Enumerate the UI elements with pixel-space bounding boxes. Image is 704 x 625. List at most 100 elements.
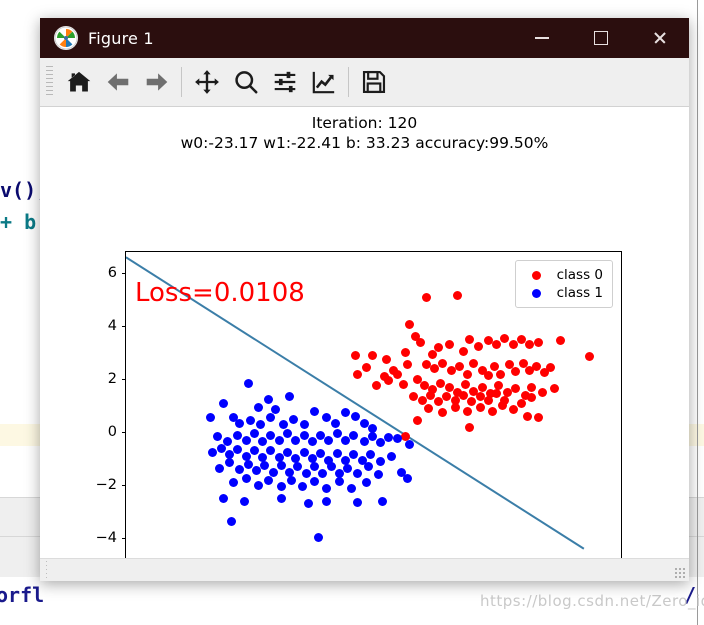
statusbar-grip [46,561,47,578]
scatter-point [537,388,547,398]
scatter-point [334,476,344,486]
scatter-point [459,346,469,356]
scatter-point [361,362,371,372]
scatter-point [330,418,340,428]
legend-swatch-class-1 [531,288,541,298]
bg-code-line-3: orfl [0,583,45,607]
scatter-point [405,439,415,449]
pan-move-icon[interactable] [187,63,226,102]
scatter-point [463,406,473,416]
home-icon[interactable] [59,63,98,102]
scatter-point [423,403,433,413]
toolbar-drag-grip[interactable] [46,66,53,98]
chart-legend[interactable]: class 0 class 1 [514,260,613,308]
y-tick-label: 4 [107,318,117,335]
scatter-point [256,419,266,429]
scatter-point [465,422,475,432]
figure-window[interactable]: Figure 1 Iteration: 120 w0:-23.17 w1:-22… [40,18,689,581]
close-button[interactable] [630,18,689,58]
legend-item-class-0: class 0 [523,266,603,284]
scatter-point [266,430,276,440]
scatter-point [488,406,498,416]
plot-axes[interactable]: −4−20246 −6−4−20246 Loss=0.0108 class 0 … [96,251,622,558]
scatter-point [214,463,224,473]
scatter-point [274,435,284,445]
scatter-point [454,361,464,371]
scatter-point [483,370,493,380]
y-tick-label: −2 [95,477,117,494]
scatter-point [235,418,245,428]
legend-swatch-class-0 [531,270,541,280]
scatter-point [341,407,350,417]
minimize-button[interactable] [512,18,571,58]
back-arrow-icon[interactable] [98,63,137,102]
zoom-magnifier-icon[interactable] [226,63,265,102]
window-titlebar[interactable]: Figure 1 [40,18,689,58]
scatter-point [278,419,288,429]
scatter-point [508,340,518,350]
scatter-point [483,396,493,406]
y-tick-mark [122,379,126,381]
scatter-point [425,390,435,400]
toolbar-separator-2 [348,67,349,97]
figure-canvas[interactable]: Iteration: 120 w0:-23.17 w1:-22.41 b: 33… [40,107,689,558]
scatter-point [299,419,309,429]
scatter-point [508,405,518,415]
scatter-point [463,369,473,379]
scatter-point [233,430,243,440]
scatter-point [264,475,274,485]
scatter-point [496,369,506,379]
scatter-point [307,437,317,447]
configure-subplots-icon[interactable] [265,63,304,102]
toolbar-separator-1 [181,67,182,97]
maximize-button[interactable] [571,18,630,58]
scatter-point [218,494,228,504]
scatter-point [367,350,377,360]
window-resize-grip[interactable] [675,568,686,579]
legend-label-class-0: class 0 [556,267,603,283]
y-tick-label: 0 [107,424,117,441]
scatter-point [299,430,309,440]
scatter-point [477,382,487,392]
chart-title: Iteration: 120 [311,114,418,132]
bg-right-border [697,0,698,625]
watermark-text: https://blog.csdn.net/Zero_id [480,592,704,610]
scatter-point [243,459,253,469]
scatter-point [326,462,336,472]
scatter-point [241,435,251,445]
y-tick-mark [122,273,126,275]
scatter-point [533,337,543,347]
y-tick-mark [122,485,126,487]
scatter-point [212,431,222,441]
scatter-point [301,468,311,478]
scatter-point [276,482,286,492]
scatter-point [473,341,483,351]
window-controls [512,18,689,58]
scatter-point [243,378,253,388]
legend-label-class-1: class 1 [556,285,603,301]
figure-statusbar [40,558,689,581]
forward-arrow-icon[interactable] [137,63,176,102]
scatter-point [347,483,357,493]
navigation-toolbar[interactable] [40,58,689,107]
chart-subtitle: w0:-23.17 w1:-22.41 b: 33.23 accuracy:99… [180,134,549,152]
edit-axis-curve-icon[interactable] [304,63,343,102]
scatter-point [309,406,319,416]
scatter-point [287,475,297,485]
scatter-point [254,402,264,412]
save-floppy-icon[interactable] [354,63,393,102]
y-tick-mark [122,432,126,434]
scatter-point [216,443,226,453]
scatter-point [510,366,520,376]
scatter-point [227,516,237,526]
scatter-point [510,384,520,394]
scatter-point [254,480,264,490]
scatter-point [276,461,286,470]
y-tick-label: −4 [95,530,117,547]
y-tick-label: 6 [107,265,117,282]
loss-annotation: Loss=0.0108 [135,278,305,308]
scatter-point [533,413,543,423]
scatter-point [332,429,342,439]
scatter-point [531,361,541,371]
scatter-point [517,398,527,408]
